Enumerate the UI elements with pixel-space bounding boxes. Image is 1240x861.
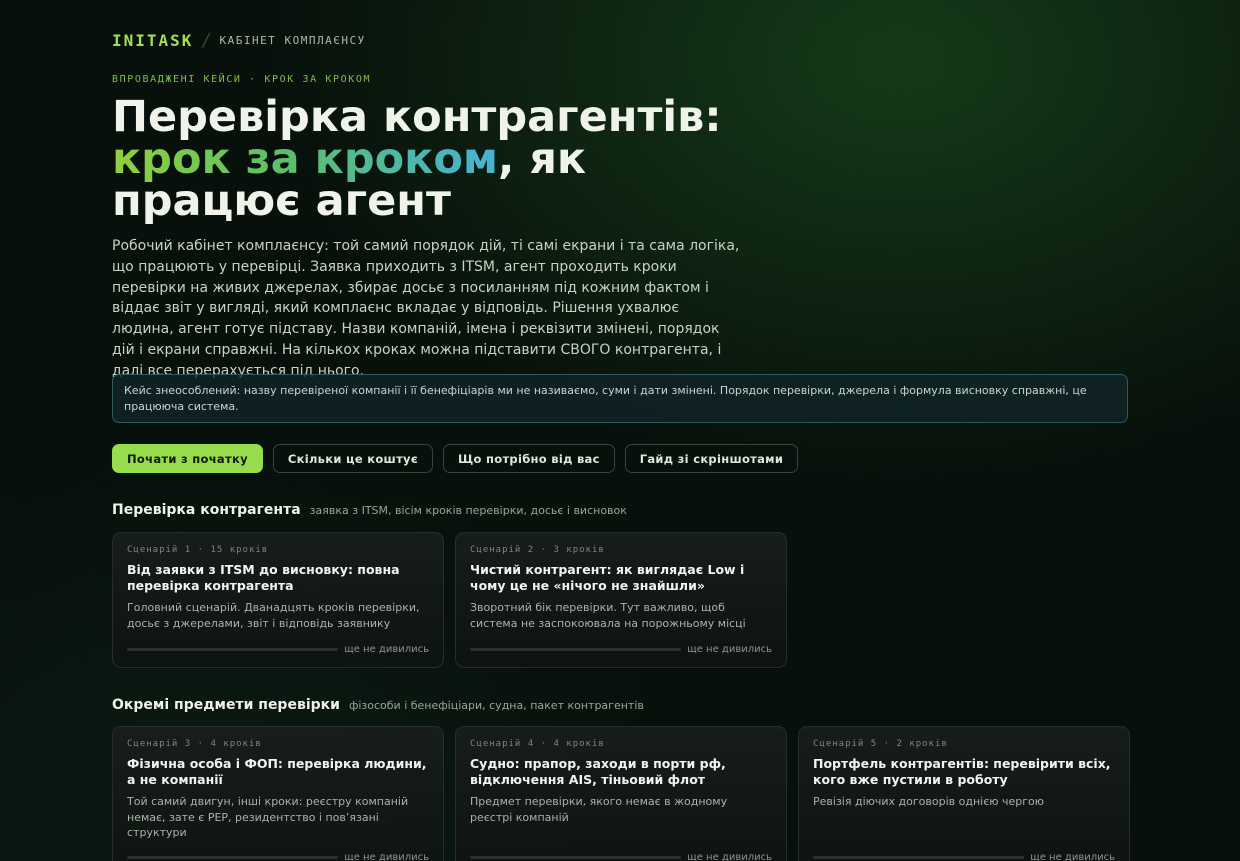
scenario-list-counterparty: Сценарій 1 · 15 кроків Від заявки з ITSM… [112, 532, 787, 668]
scenario-description: Той самий двигун, інші кроки: реєстру ко… [127, 795, 409, 839]
scenario-description: Зворотний бік перевірки. Тут важливо, що… [470, 601, 746, 630]
progress-bar [127, 648, 339, 651]
start-button[interactable]: Почати з початку [112, 444, 263, 473]
hero-eyebrow: ВПРОВАДЖЕНІ КЕЙСИ · КРОК ЗА КРОКОМ [112, 74, 372, 85]
scenario-progress: ще не дивились [813, 852, 1115, 861]
scenario-description: Головний сценарій. Дванадцять кроків пер… [127, 601, 420, 630]
scenario-title: Судно: прапор, заходи в порти рф, відклю… [470, 756, 726, 787]
progress-bar [470, 856, 682, 859]
scenario-title: Фізична особа і ФОП: перевірка людини, а… [127, 756, 427, 787]
brand-divider: / [201, 30, 212, 51]
cost-button[interactable]: Скільки це коштує [272, 444, 433, 473]
progress-bar [813, 856, 1025, 859]
status-label: ще не дивились [1030, 852, 1115, 861]
progress-bar [127, 856, 339, 859]
status-label: ще не дивились [344, 852, 429, 861]
scenario-title: Портфель контрагентів: перевірити всіх, … [813, 756, 1111, 787]
section-title: Окремі предмети перевірки [112, 697, 340, 713]
page-title: Перевірка контрагентів: крок за кроком, я… [112, 96, 752, 223]
action-buttons: Почати з початку Скільки це коштує Що по… [112, 444, 799, 473]
section-title: Перевірка контрагента [112, 502, 301, 518]
scenario-title: Від заявки з ITSM до висновку: повна пер… [127, 562, 400, 593]
scenario-progress: ще не дивились [470, 644, 772, 655]
scenario-progress: ще не дивились [127, 644, 429, 655]
status-label: ще не дивились [687, 644, 772, 655]
scenario-meta: Сценарій 5 · 2 кроків [813, 739, 948, 749]
brand-subtitle: КАБІНЕТ КОМПЛАЄНСУ [219, 34, 366, 47]
hero-description: Робочий кабінет комплаєнсу: той самий по… [112, 238, 740, 379]
anonymization-notice: Кейс знеособлений: назву перевіреної ком… [112, 374, 1128, 423]
scenario-meta: Сценарій 4 · 4 кроків [470, 739, 605, 749]
status-label: ще не дивились [344, 644, 429, 655]
scenario-card-2[interactable]: Сценарій 2 · 3 кроків Чистий контрагент:… [455, 532, 787, 668]
status-label: ще не дивились [687, 852, 772, 861]
section-header-subjects: Окремі предмети перевірки фізособи і бен… [112, 697, 644, 713]
scenario-meta: Сценарій 3 · 4 кроків [127, 739, 262, 749]
scenario-meta: Сценарій 2 · 3 кроків [470, 545, 605, 555]
requirements-button[interactable]: Що потрібно від вас [442, 444, 615, 473]
section-subtitle: фізособи і бенефіціари, судна, пакет кон… [348, 699, 644, 712]
guide-button[interactable]: Гайд зі скріншотами [624, 444, 799, 473]
scenario-description: Ревізія діючих договорів однією чергою [813, 795, 1045, 808]
header-brand: INITASK / КАБІНЕТ КОМПЛАЄНСУ [112, 30, 366, 51]
brand-logo[interactable]: INITASK [112, 31, 193, 50]
scenario-card-1[interactable]: Сценарій 1 · 15 кроків Від заявки з ITSM… [112, 532, 444, 668]
scenario-title: Чистий контрагент: як виглядає Low і чом… [470, 562, 745, 593]
section-subtitle: заявка з ITSM, вісім кроків перевірки, д… [309, 504, 627, 517]
scenario-description: Предмет перевірки, якого немає в жодному… [470, 795, 728, 824]
scenario-meta: Сценарій 1 · 15 кроків [127, 545, 269, 555]
scenario-progress: ще не дивились [470, 852, 772, 861]
scenario-card-3[interactable]: Сценарій 3 · 4 кроків Фізична особа і ФО… [112, 726, 444, 861]
scenario-card-5[interactable]: Сценарій 5 · 2 кроків Портфель контраген… [798, 726, 1130, 861]
scenario-list-subjects: Сценарій 3 · 4 кроків Фізична особа і ФО… [112, 726, 1130, 861]
scenario-progress: ще не дивились [127, 852, 429, 861]
section-header-counterparty: Перевірка контрагента заявка з ITSM, віс… [112, 502, 627, 518]
scenario-card-4[interactable]: Сценарій 4 · 4 кроків Судно: прапор, зах… [455, 726, 787, 861]
progress-bar [470, 648, 682, 651]
